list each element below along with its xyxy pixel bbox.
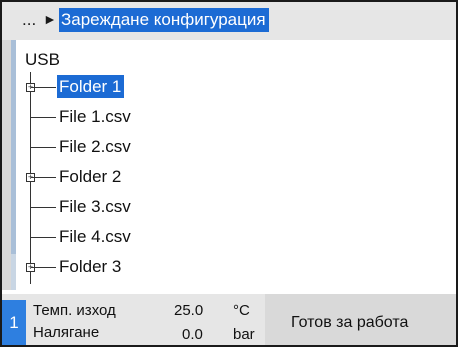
breadcrumb-arrow-icon: ► (43, 11, 57, 27)
tree-branch-line (31, 237, 56, 238)
tree-item-label[interactable]: File 1.csv (57, 105, 134, 128)
tree-item-label[interactable]: Folder 3 (57, 255, 124, 278)
reading-value: 25.0 (174, 302, 204, 319)
reading-unit: °C (233, 302, 250, 319)
tree-branch-line (31, 207, 56, 208)
reading-label: Темп. изход (33, 302, 116, 319)
tree-item-file-1[interactable]: File 1.csv (2, 102, 456, 132)
tree-item-label[interactable]: File 2.csv (57, 135, 134, 158)
reading-value: 0.0 (182, 326, 203, 343)
tree-branch-line (31, 147, 56, 148)
tree-item-folder-3[interactable]: + Folder 3 (2, 252, 456, 282)
channel-badge: 1 (2, 300, 26, 345)
reading-unit: bar (233, 326, 255, 343)
page-title: Зареждане конфигурация (59, 8, 269, 32)
tree-item-label[interactable]: File 4.csv (57, 225, 134, 248)
tree-item-folder-1[interactable]: + Folder 1 (2, 72, 456, 102)
reading-label: Налягане (33, 324, 100, 341)
tree-item-file-3[interactable]: File 3.csv (2, 192, 456, 222)
screen-frame: ... ► Зареждане конфигурация USB + Folde… (0, 0, 458, 347)
tree-item-folder-2[interactable]: + Folder 2 (2, 162, 456, 192)
header-bar: ... ► Зареждане конфигурация (2, 2, 456, 40)
tree-branch-line (31, 117, 56, 118)
tree-item-label[interactable]: Folder 1 (57, 75, 125, 98)
tree-item-file-4[interactable]: File 4.csv (2, 222, 456, 252)
tree-root-usb[interactable]: USB (25, 50, 60, 70)
tree-item-label[interactable]: File 3.csv (57, 195, 134, 218)
tree-branch-line (31, 87, 56, 88)
status-text: Готов за работа (291, 314, 409, 331)
breadcrumb-ellipsis[interactable]: ... (22, 10, 36, 30)
tree-item-file-2[interactable]: File 2.csv (2, 132, 456, 162)
tree-branch-line (31, 267, 56, 268)
tree-branch-line (31, 177, 56, 178)
tree-item-label[interactable]: Folder 2 (57, 165, 124, 188)
